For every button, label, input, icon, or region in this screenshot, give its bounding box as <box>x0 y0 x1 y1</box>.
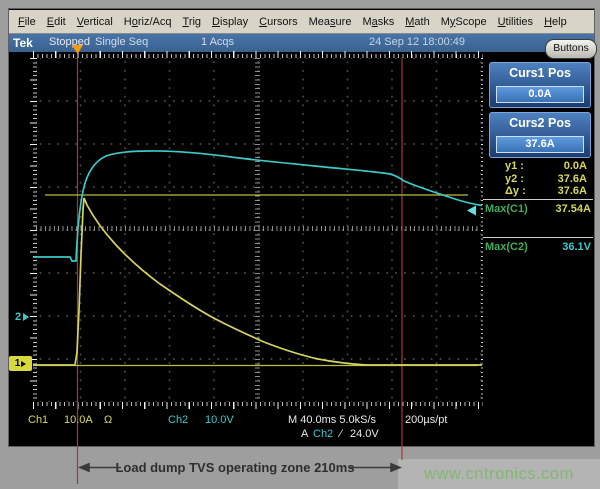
cursor1-position-control[interactable]: Curs1 Pos 0.0A <box>489 62 591 108</box>
ch1-marker-arrow-icon <box>21 361 26 367</box>
cursor2-value-field[interactable]: 37.6A <box>496 136 584 153</box>
cursor2-position-control[interactable]: Curs2 Pos 37.6A <box>489 112 591 158</box>
ch2-scale[interactable]: 10.0V <box>205 414 234 426</box>
cursor1-title: Curs1 Pos <box>490 66 590 80</box>
max-c1-value: 37.54A <box>556 203 591 215</box>
dy-value: 37.6A <box>558 185 587 198</box>
menu-item-myscope[interactable]: MyScope <box>441 16 487 28</box>
max-c1-label: Max(C1) <box>485 203 528 215</box>
acquisition-mode: Single Seq <box>95 36 148 48</box>
measurement-max-c1: Max(C1) 37.54A <box>485 203 591 215</box>
measurement-max-c2: Max(C2) 36.1V <box>485 241 591 253</box>
menu-item-edit[interactable]: Edit <box>47 16 66 28</box>
menu-item-cursors[interactable]: Cursors <box>259 16 298 28</box>
trigger-source: Ch2 <box>313 428 333 440</box>
ruler-top <box>33 51 487 58</box>
menu-item-math[interactable]: Math <box>405 16 429 28</box>
menu-item-vertical[interactable]: Vertical <box>77 16 113 28</box>
ch2-ground-marker[interactable]: 2 <box>15 311 29 323</box>
y1-label: y1 : <box>493 160 524 173</box>
max-c2-value: 36.1V <box>562 241 591 253</box>
menu-item-masks[interactable]: Masks <box>362 16 394 28</box>
ch2-label[interactable]: Ch2 <box>168 414 188 426</box>
y2-label: y2 : <box>493 173 524 186</box>
acquisition-state: Stopped <box>49 36 90 48</box>
y2-value: 37.6A <box>558 173 587 186</box>
menu-item-utilities[interactable]: Utilities <box>498 16 533 28</box>
menu-item-trig[interactable]: Trig <box>183 16 202 28</box>
ruler-bottom <box>33 402 487 409</box>
y1-value: 0.0A <box>564 160 587 173</box>
ch1-coupling-icon: Ω <box>104 414 112 426</box>
ruler-left <box>30 58 37 402</box>
ch1-ground-marker[interactable]: 1 <box>9 356 32 371</box>
load-dump-zone-label: Load dump TVS operating zone 210ms <box>110 460 360 475</box>
trigger-mode: A <box>301 428 308 440</box>
acquisition-count: 1 Acqs <box>201 36 234 48</box>
watermark: www.cntronics.com <box>398 459 600 489</box>
ch1-label[interactable]: Ch1 <box>28 414 48 426</box>
max-c2-label: Max(C2) <box>485 241 528 253</box>
ch1-scale[interactable]: 10.0A <box>64 414 93 426</box>
panel-separator <box>483 237 593 238</box>
resolution-readout: 200µs/pt <box>405 414 447 426</box>
buttons-button[interactable]: Buttons <box>545 39 597 59</box>
watermark-text: www.cntronics.com <box>424 465 574 484</box>
cursor1-value-field[interactable]: 0.0A <box>496 86 584 103</box>
menu-item-help[interactable]: Help <box>544 16 567 28</box>
cursor-readout: y1 : 0.0A y2 : 37.6A Δy : 37.6A <box>493 160 587 198</box>
trigger-slope-icon: ∕ <box>340 428 342 440</box>
trigger-level: 24.0V <box>350 428 379 440</box>
menu-item-display[interactable]: Display <box>212 16 248 28</box>
ch2-marker-label: 2 <box>15 311 21 323</box>
menubar-items: File Edit Vertical Horiz/Acq Trig Display Curs… <box>9 10 594 34</box>
status-bar: Tek Stopped Single Seq 1 Acqs 24 Sep 12 … <box>9 34 594 52</box>
menu-item-file[interactable]: File <box>18 16 36 28</box>
screenshot-root: File Edit Vertical Horiz/Acq Trig Display Curs… <box>0 0 600 489</box>
menu-item-horizacq[interactable]: Horiz/Acq <box>124 16 172 28</box>
right-control-panel: Curs1 Pos 0.0A Curs2 Pos 37.6A y1 : 0.0A … <box>483 52 593 445</box>
dy-label: Δy : <box>493 185 526 198</box>
ch2-marker-arrow-icon <box>23 313 29 321</box>
cursor2-title: Curs2 Pos <box>490 116 590 130</box>
datetime-readout: 24 Sep 12 18:00:49 <box>369 36 465 48</box>
ch1-marker-label: 1 <box>15 358 21 369</box>
panel-separator <box>483 199 593 200</box>
menu-item-measure[interactable]: Measure <box>309 16 352 28</box>
tek-logo: Tek <box>13 36 33 50</box>
graticule-center-vertical <box>255 58 260 402</box>
timebase-readout: M 40.0ms 5.0kS/s <box>288 414 376 426</box>
